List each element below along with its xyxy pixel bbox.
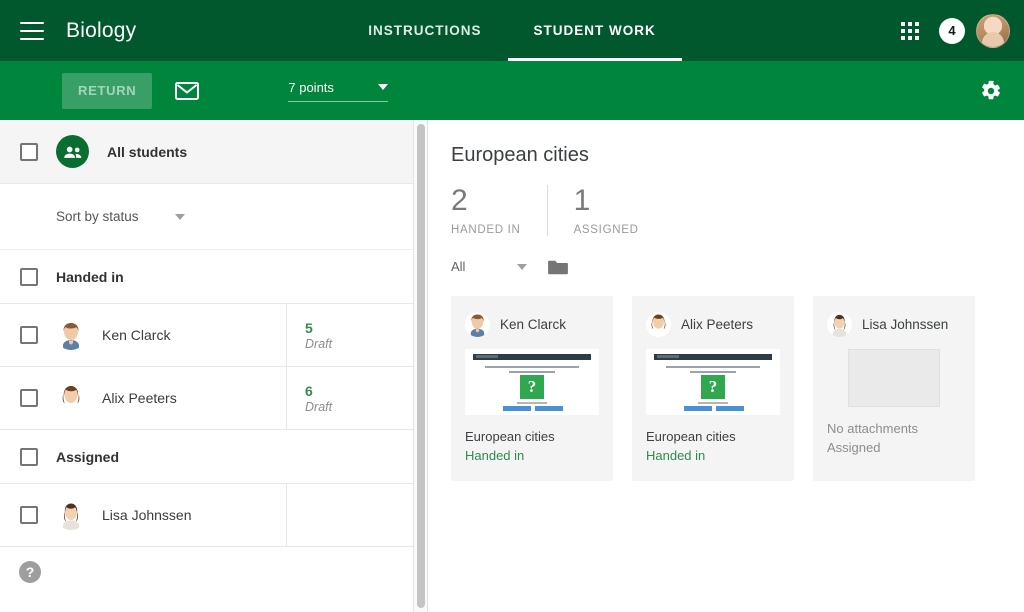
people-icon: [56, 135, 89, 168]
stat-label: HANDED IN: [451, 224, 521, 236]
sidebar-scrollbar[interactable]: [414, 120, 428, 612]
sort-by-status-dropdown[interactable]: Sort by status: [56, 209, 185, 224]
avatar: [56, 383, 86, 413]
stat-label: ASSIGNED: [574, 224, 639, 236]
student-checkbox[interactable]: [20, 506, 38, 524]
card-header: Ken Clarck: [465, 312, 599, 337]
grade-cell[interactable]: 5 Draft: [286, 304, 414, 366]
hamburger-menu-icon[interactable]: [20, 22, 44, 40]
avatar: [646, 312, 671, 337]
student-name: Alix Peeters: [102, 390, 177, 406]
group-label: Handed in: [56, 269, 124, 285]
return-button[interactable]: RETURN: [62, 73, 152, 109]
card-student-name: Alix Peeters: [681, 317, 753, 332]
student-name: Lisa Johnssen: [102, 507, 192, 523]
avatar: [465, 312, 490, 337]
top-bar-actions: 4: [892, 0, 1010, 61]
stat-assigned: 1 ASSIGNED: [547, 185, 665, 236]
sidebar-scrollbar-thumb[interactable]: [417, 124, 425, 608]
gear-icon[interactable]: [978, 78, 1004, 104]
attachment-thumbnail: ?: [465, 349, 599, 415]
all-students-row[interactable]: All students: [0, 120, 413, 184]
filter-label: All: [451, 259, 465, 274]
empty-attachment-placeholder: [848, 349, 940, 407]
chevron-down-icon: [517, 264, 527, 270]
filter-row: All: [451, 258, 1024, 276]
help-question-icon[interactable]: ?: [19, 561, 41, 583]
help-row: ?: [0, 547, 413, 597]
notification-count-badge[interactable]: 4: [939, 18, 965, 44]
group-checkbox-handed-in[interactable]: [20, 268, 38, 286]
avatar: [827, 312, 852, 337]
card-header: Lisa Johnssen: [827, 312, 961, 337]
action-bar: RETURN 7 points: [0, 61, 1024, 120]
student-work-card[interactable]: Ken Clarck ? European cities Handed in: [451, 296, 613, 481]
folder-icon[interactable]: [547, 258, 569, 276]
grade-cell[interactable]: 6 Draft: [286, 367, 414, 429]
all-students-checkbox[interactable]: [20, 143, 38, 161]
student-work-cards: Ken Clarck ? European cities Handed in: [451, 296, 1024, 481]
tab-instructions[interactable]: INSTRUCTIONS: [342, 0, 507, 61]
points-value: 7 points: [288, 80, 334, 95]
attachment-thumbnail: ?: [646, 349, 780, 415]
chevron-down-icon: [175, 214, 185, 220]
sort-row: Sort by status: [0, 184, 413, 250]
assignment-detail-panel: European cities 2 HANDED IN 1 ASSIGNED A…: [429, 120, 1024, 612]
envelope-icon[interactable]: [174, 81, 200, 100]
status-filter-dropdown[interactable]: All: [451, 259, 527, 274]
card-header: Alix Peeters: [646, 312, 780, 337]
student-row[interactable]: Ken Clarck 5 Draft: [0, 304, 413, 367]
page-title: European cities: [451, 144, 1024, 167]
student-checkbox[interactable]: [20, 389, 38, 407]
chevron-down-icon: [378, 84, 388, 90]
sort-label: Sort by status: [56, 209, 139, 224]
group-row-handed-in[interactable]: Handed in: [0, 250, 413, 304]
course-title: Biology: [66, 19, 136, 43]
student-checkbox[interactable]: [20, 326, 38, 344]
tab-student-work[interactable]: STUDENT WORK: [508, 0, 682, 61]
group-checkbox-assigned[interactable]: [20, 448, 38, 466]
apps-grid-icon[interactable]: [892, 13, 928, 49]
card-attachment-title: European cities: [646, 429, 780, 444]
avatar[interactable]: [976, 14, 1010, 48]
grade-value: 5: [305, 319, 414, 338]
student-row[interactable]: Lisa Johnssen: [0, 484, 413, 547]
avatar: [56, 500, 86, 530]
student-work-card[interactable]: Alix Peeters ? European cities Handed in: [632, 296, 794, 481]
stat-value: 1: [574, 185, 639, 217]
card-attachment-title: No attachments: [827, 421, 961, 436]
grade-cell[interactable]: [286, 484, 414, 546]
grade-state: Draft: [305, 337, 414, 351]
points-dropdown[interactable]: 7 points: [288, 80, 388, 102]
grade-value: 6: [305, 382, 414, 401]
stat-handed-in: 2 HANDED IN: [451, 185, 547, 236]
card-attachment-title: European cities: [465, 429, 599, 444]
student-name: Ken Clarck: [102, 327, 170, 343]
student-list-panel: All students Sort by status Handed in Ke…: [0, 120, 414, 612]
stat-value: 2: [451, 185, 521, 217]
card-student-name: Lisa Johnssen: [862, 317, 948, 332]
grade-state: Draft: [305, 400, 414, 414]
card-student-name: Ken Clarck: [500, 317, 566, 332]
student-row[interactable]: Alix Peeters 6 Draft: [0, 367, 413, 430]
student-work-card[interactable]: Lisa Johnssen No attachments Assigned: [813, 296, 975, 481]
stats-summary: 2 HANDED IN 1 ASSIGNED: [451, 185, 1024, 236]
card-status: Handed in: [646, 448, 780, 463]
card-status: Assigned: [827, 440, 961, 455]
group-label: Assigned: [56, 449, 119, 465]
group-row-assigned[interactable]: Assigned: [0, 430, 413, 484]
all-students-label: All students: [107, 144, 187, 160]
card-status: Handed in: [465, 448, 599, 463]
avatar: [56, 320, 86, 350]
